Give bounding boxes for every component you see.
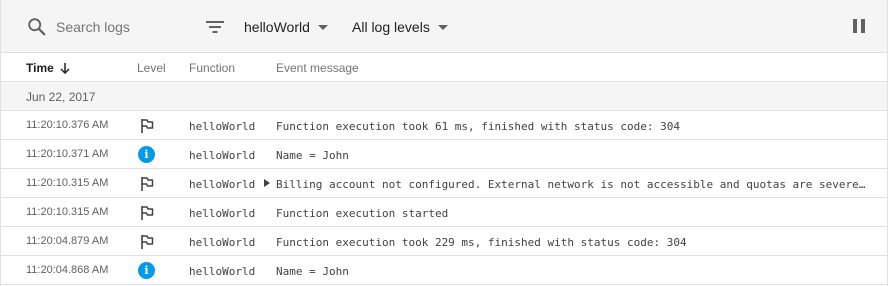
- date-group-label: Jun 22, 2017: [26, 90, 96, 104]
- log-row[interactable]: 11:20:04.879 AM helloWorld Function execut…: [1, 227, 887, 256]
- log-function: helloWorld: [189, 207, 256, 220]
- log-time: 11:20:04.879 AM: [26, 235, 109, 247]
- column-header-level: Level: [137, 61, 166, 75]
- log-rows: 11:20:10.376 AM helloWorld Function execut…: [1, 111, 887, 285]
- function-filter-label: helloWorld: [244, 19, 310, 35]
- log-function: helloWorld: [189, 178, 256, 191]
- pause-icon[interactable]: [853, 19, 865, 33]
- log-row[interactable]: 11:20:10.371 AM i helloWorld Name = John: [1, 140, 887, 169]
- filter-list-icon[interactable]: [205, 17, 225, 37]
- search-icon[interactable]: [26, 16, 48, 38]
- logs-viewer: helloWorld All log levels Time Level Fun…: [0, 0, 888, 286]
- log-function: helloWorld: [189, 265, 256, 278]
- log-level-label: All log levels: [352, 19, 430, 35]
- function-filter-dropdown[interactable]: helloWorld: [244, 17, 328, 37]
- column-header-row: Time Level Function Event message: [1, 53, 887, 82]
- log-function: helloWorld: [189, 120, 256, 133]
- log-message: Function execution started: [276, 207, 449, 220]
- column-header-function: Function: [189, 61, 236, 75]
- flag-icon: [138, 175, 156, 193]
- chevron-down-icon: [437, 24, 448, 30]
- logs-toolbar: helloWorld All log levels: [1, 0, 887, 53]
- arrow-down-icon: [60, 63, 70, 74]
- log-time: 11:20:10.376 AM: [26, 119, 109, 131]
- search-input[interactable]: [56, 15, 186, 39]
- flag-icon: [138, 233, 156, 251]
- log-row[interactable]: 11:20:10.315 AM helloWorld Billing account…: [1, 169, 887, 198]
- log-function: helloWorld: [189, 149, 256, 162]
- expand-arrow-icon[interactable]: [264, 179, 270, 187]
- log-row[interactable]: 11:20:10.315 AM helloWorld Function execut…: [1, 198, 887, 227]
- log-time: 11:20:10.371 AM: [26, 148, 109, 160]
- log-row[interactable]: 11:20:04.868 AM i helloWorld Name = John: [1, 256, 887, 285]
- log-message: Billing account not configured. External…: [276, 178, 866, 191]
- log-message: Name = John: [276, 149, 349, 162]
- log-message: Function execution took 229 ms, finished…: [276, 236, 687, 249]
- log-level-dropdown[interactable]: All log levels: [352, 17, 448, 37]
- flag-icon: [138, 204, 156, 222]
- chevron-down-icon: [317, 24, 328, 30]
- log-row[interactable]: 11:20:10.376 AM helloWorld Function execut…: [1, 111, 887, 140]
- log-time: 11:20:10.315 AM: [26, 206, 109, 218]
- column-header-time-label: Time: [26, 61, 54, 75]
- column-header-time[interactable]: Time: [26, 61, 70, 75]
- log-message: Function execution took 61 ms, finished …: [276, 120, 680, 133]
- log-function: helloWorld: [189, 236, 256, 249]
- log-message: Name = John: [276, 265, 349, 278]
- log-time: 11:20:04.868 AM: [26, 264, 109, 276]
- info-icon: i: [138, 262, 156, 280]
- flag-icon: [138, 117, 156, 135]
- info-icon: i: [138, 146, 156, 164]
- column-header-message: Event message: [276, 61, 359, 75]
- date-group-row: Jun 22, 2017: [1, 82, 887, 111]
- log-time: 11:20:10.315 AM: [26, 177, 109, 189]
